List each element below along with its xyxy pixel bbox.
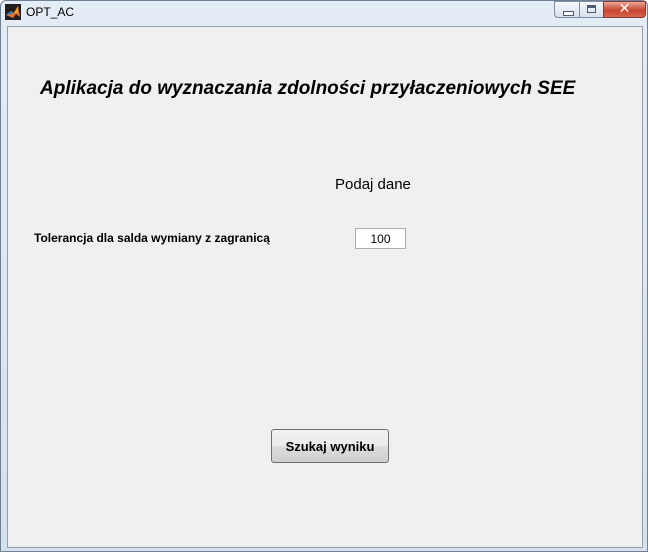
tolerance-label: Tolerancja dla salda wymiany z zagranicą xyxy=(34,231,270,245)
tolerance-input[interactable] xyxy=(355,228,406,249)
app-window: OPT_AC ✕ Aplikacja do wyznaczania zdolno… xyxy=(0,0,648,552)
maximize-button[interactable] xyxy=(579,1,604,18)
figure-panel: Aplikacja do wyznaczania zdolności przył… xyxy=(7,26,643,548)
app-heading: Aplikacja do wyznaczania zdolności przył… xyxy=(40,78,576,99)
maximize-icon xyxy=(587,5,596,13)
window-title: OPT_AC xyxy=(26,5,75,19)
matlab-icon xyxy=(5,4,21,20)
minimize-icon xyxy=(563,11,574,16)
search-result-button[interactable]: Szukaj wyniku xyxy=(271,429,389,463)
section-subheading: Podaj dane xyxy=(335,176,411,193)
minimize-button[interactable] xyxy=(554,1,580,18)
close-button[interactable]: ✕ xyxy=(603,1,646,18)
title-bar[interactable]: OPT_AC ✕ xyxy=(1,1,647,23)
close-icon: ✕ xyxy=(618,1,631,17)
